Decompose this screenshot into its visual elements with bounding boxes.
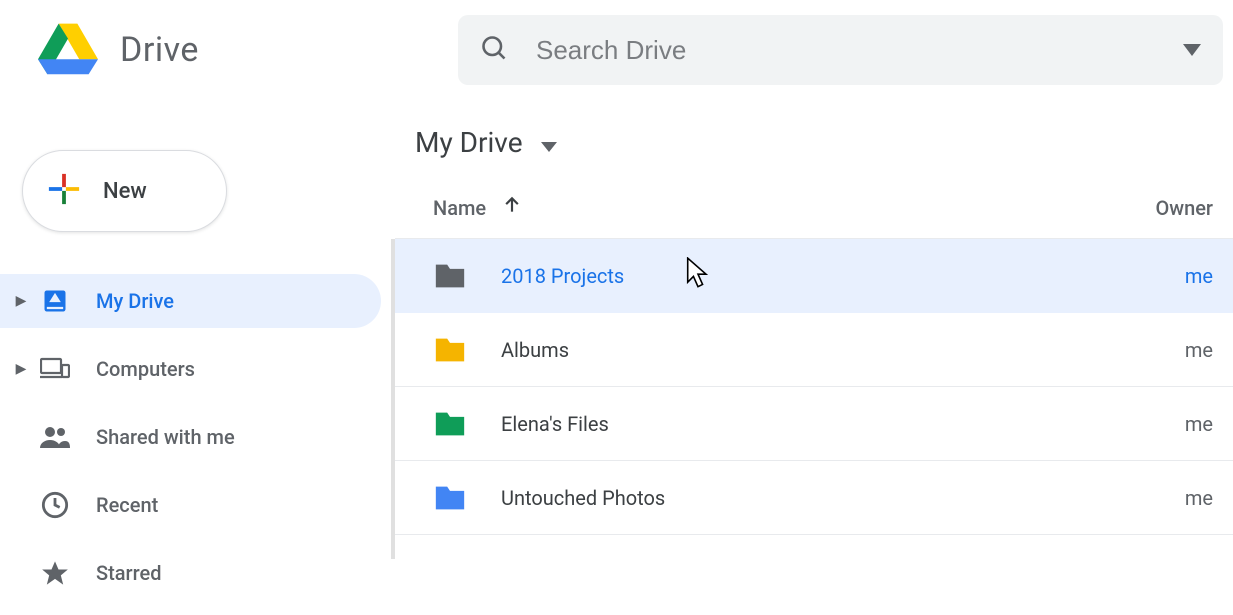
table-row[interactable]: 2018 Projects me [395, 239, 1233, 313]
sidebar-item-label: Starred [96, 561, 162, 585]
table-row[interactable]: Untouched Photos me [395, 461, 1233, 535]
file-list: 2018 ProjectsmeAlbumsmeElena's FilesmeUn… [395, 239, 1233, 535]
file-name: 2018 Projects [501, 264, 624, 288]
column-name[interactable]: Name [433, 195, 1073, 220]
folder-icon [433, 481, 467, 515]
app-name: Drive [120, 30, 199, 70]
sidebar-item-label: My Drive [96, 289, 174, 313]
computers-icon [40, 354, 70, 384]
drive-logo-icon [38, 21, 98, 80]
sidebar: New ▶ My Drive ▶ Computers Shared w [0, 100, 395, 614]
file-name: Untouched Photos [501, 486, 665, 510]
file-owner: me [1185, 412, 1233, 436]
folder-icon [433, 259, 467, 293]
sidebar-item-starred[interactable]: Starred [0, 546, 381, 600]
new-button[interactable]: New [22, 150, 227, 232]
file-owner: me [1185, 338, 1233, 362]
sidebar-item-computers[interactable]: ▶ Computers [0, 342, 381, 396]
new-button-label: New [103, 179, 147, 204]
search-icon [480, 34, 508, 67]
breadcrumb[interactable]: My Drive [415, 126, 1233, 159]
folder-icon [433, 333, 467, 367]
breadcrumb-label: My Drive [415, 126, 523, 159]
list-header: Name Owner [395, 177, 1233, 239]
logo[interactable]: Drive [38, 21, 458, 80]
clock-icon [40, 490, 70, 520]
folder-icon [433, 407, 467, 441]
expand-icon[interactable]: ▶ [10, 293, 32, 309]
column-owner[interactable]: Owner [1155, 196, 1233, 220]
expand-icon[interactable]: ▶ [10, 361, 32, 377]
sidebar-item-label: Shared with me [96, 425, 235, 449]
sort-ascending-icon[interactable] [502, 195, 522, 220]
sidebar-item-label: Recent [96, 493, 158, 517]
search-input[interactable] [534, 34, 1183, 67]
file-name: Elena's Files [501, 412, 609, 436]
file-owner: me [1185, 486, 1233, 510]
header: Drive [0, 0, 1233, 100]
table-row[interactable]: Elena's Files me [395, 387, 1233, 461]
sidebar-item-my-drive[interactable]: ▶ My Drive [0, 274, 381, 328]
search-options-icon[interactable] [1183, 40, 1201, 61]
sidebar-item-shared[interactable]: Shared with me [0, 410, 381, 464]
sidebar-item-label: Computers [96, 357, 195, 381]
table-row[interactable]: Albums me [395, 313, 1233, 387]
file-name: Albums [501, 338, 569, 362]
plus-icon [47, 172, 103, 211]
chevron-down-icon [541, 126, 557, 159]
drive-icon [40, 286, 70, 316]
file-owner: me [1185, 264, 1233, 288]
star-icon [40, 558, 70, 588]
shared-icon [40, 422, 70, 452]
search-box[interactable] [458, 15, 1223, 85]
sidebar-item-recent[interactable]: Recent [0, 478, 381, 532]
